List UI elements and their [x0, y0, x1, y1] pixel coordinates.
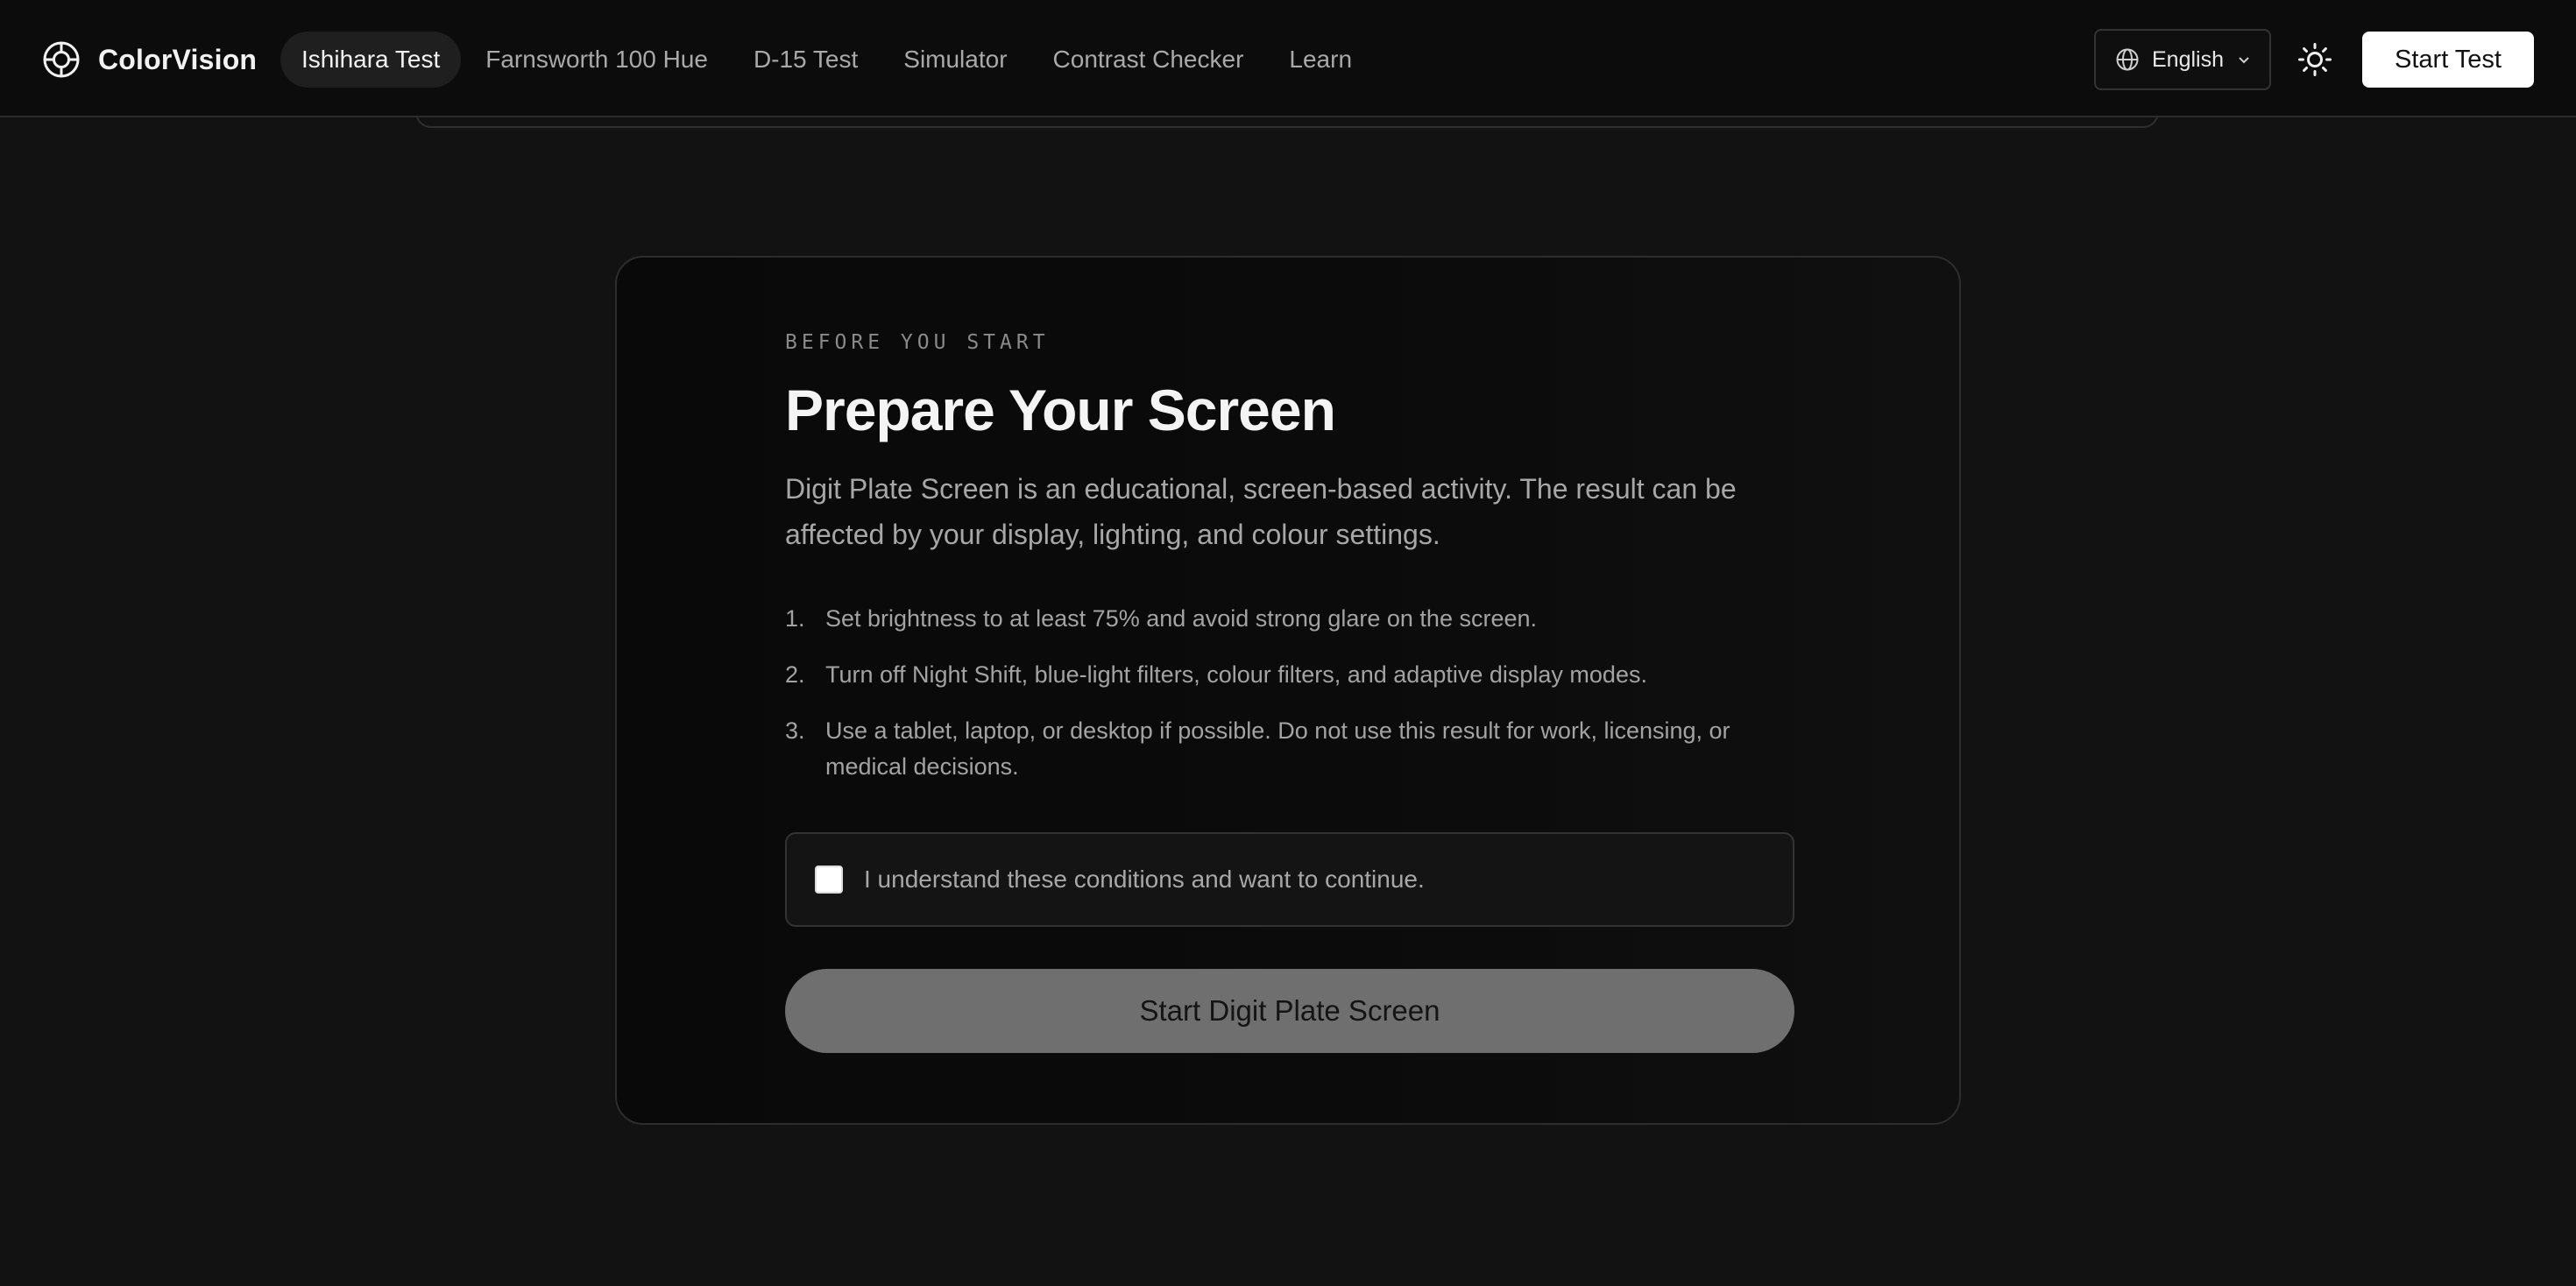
prepare-screen-card: BEFORE YOU START Prepare Your Screen Dig…: [615, 256, 1961, 1125]
main-nav: Ishihara Test Farnsworth 100 Hue D-15 Te…: [280, 32, 1376, 88]
consent-label: I understand these conditions and want t…: [864, 866, 1425, 893]
brand-link[interactable]: ColorVision: [42, 40, 257, 79]
step-text: Turn off Night Shift, blue-light filters…: [825, 661, 1647, 688]
consent-checkbox[interactable]: [815, 866, 843, 894]
globe-icon: [2116, 48, 2139, 71]
consent-box[interactable]: I understand these conditions and want t…: [785, 832, 1794, 927]
list-item: 1. Set brightness to at least 75% and av…: [785, 601, 1794, 637]
chevron-down-icon: [2239, 57, 2249, 64]
sun-icon: [2298, 43, 2332, 76]
nav-item-contrast-checker[interactable]: Contrast Checker: [1032, 32, 1265, 88]
intro-paragraph: Digit Plate Screen is an educational, sc…: [785, 473, 1737, 550]
page-title: Prepare Your Screen: [785, 378, 1336, 442]
top-navigation-bar: ColorVision Ishihara Test Farnsworth 100…: [0, 0, 2576, 117]
list-item: 3. Use a tablet, laptop, or desktop if p…: [785, 713, 1794, 785]
preparation-steps-list: 1. Set brightness to at least 75% and av…: [785, 601, 1794, 805]
nav-item-simulator[interactable]: Simulator: [882, 32, 1028, 88]
step-text: Use a tablet, laptop, or desktop if poss…: [825, 717, 1730, 780]
theme-toggle-button[interactable]: [2296, 40, 2334, 79]
start-test-button[interactable]: Start Test: [2362, 32, 2534, 88]
step-number: 3.: [785, 717, 805, 744]
nav-item-d15-test[interactable]: D-15 Test: [732, 32, 879, 88]
nav-item-ishihara-test[interactable]: Ishihara Test: [280, 32, 462, 88]
step-number: 2.: [785, 661, 805, 688]
language-selector[interactable]: English: [2094, 29, 2271, 90]
nav-item-learn[interactable]: Learn: [1268, 32, 1373, 88]
nav-item-farnsworth-100-hue[interactable]: Farnsworth 100 Hue: [464, 32, 729, 88]
step-number: 1.: [785, 605, 805, 632]
language-selector-label: English: [2152, 46, 2224, 72]
page: ColorVision Ishihara Test Farnsworth 100…: [0, 0, 2576, 1286]
list-item: 2. Turn off Night Shift, blue-light filt…: [785, 657, 1794, 693]
start-digit-plate-screen-button[interactable]: Start Digit Plate Screen: [785, 969, 1794, 1053]
brand-name: ColorVision: [98, 43, 258, 75]
section-eyebrow: BEFORE YOU START: [785, 331, 1050, 354]
colorvision-logo-icon: [43, 41, 80, 78]
step-text: Set brightness to at least 75% and avoid…: [825, 605, 1538, 632]
